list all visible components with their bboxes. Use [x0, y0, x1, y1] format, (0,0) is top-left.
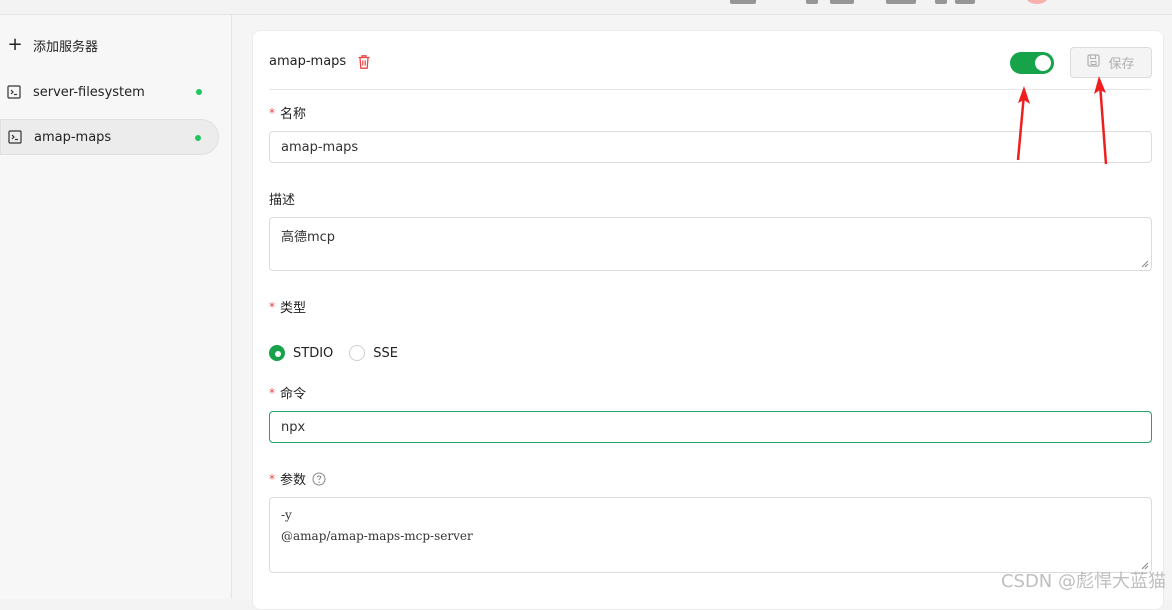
- type-radio-group: STDIO SSE: [269, 345, 414, 361]
- type-label: * 类型: [269, 297, 306, 316]
- name-input-value: amap-maps: [281, 140, 358, 155]
- sidebar-item-amap-maps[interactable]: amap-maps: [0, 119, 219, 155]
- args-textarea[interactable]: -y @amap/amap-maps-mcp-server: [269, 497, 1152, 573]
- add-server-button[interactable]: + 添加服务器: [6, 35, 98, 55]
- server-sidebar: + 添加服务器 server-filesystem amap-maps: [0, 15, 232, 599]
- required-mark: *: [269, 300, 275, 314]
- annotation-arrow: [1090, 72, 1120, 167]
- radio-sse[interactable]: SSE: [349, 345, 398, 361]
- name-label: * 名称: [269, 103, 306, 122]
- toolbar-fragment: [935, 0, 947, 4]
- plus-icon: +: [6, 36, 24, 54]
- radio-stdio-label: STDIO: [293, 346, 333, 361]
- radio-sse-label: SSE: [373, 346, 398, 361]
- radio-checked-icon: [269, 345, 285, 361]
- required-mark: *: [269, 106, 275, 120]
- command-label: * 命令: [269, 383, 306, 402]
- args-label: * 参数: [269, 469, 326, 488]
- radio-unchecked-icon: [349, 345, 365, 361]
- status-dot: [195, 135, 201, 141]
- args-label-text: 参数: [280, 469, 306, 488]
- toolbar-fragment: [830, 0, 854, 4]
- args-line: -y: [281, 505, 1140, 526]
- save-icon: [1087, 54, 1100, 71]
- save-label: 保存: [1108, 53, 1134, 72]
- watermark: CSDN @彪悍大蓝猫: [1001, 567, 1166, 593]
- resize-grip-icon[interactable]: [1140, 259, 1149, 268]
- description-label: 描述: [269, 189, 295, 208]
- description-textarea[interactable]: 高德mcp: [269, 217, 1152, 271]
- add-server-label: 添加服务器: [33, 36, 98, 55]
- enable-toggle[interactable]: [1010, 52, 1054, 74]
- toolbar-fragment: [730, 0, 756, 4]
- terminal-icon: [8, 130, 22, 144]
- sidebar-item-server-filesystem[interactable]: server-filesystem: [0, 74, 219, 110]
- annotation-arrow: [1008, 82, 1038, 162]
- top-toolbar-partial: [0, 0, 1172, 15]
- command-input[interactable]: npx: [269, 411, 1152, 443]
- type-label-text: 类型: [280, 297, 306, 316]
- trash-icon[interactable]: [357, 54, 371, 70]
- terminal-icon: [7, 85, 21, 99]
- required-mark: *: [269, 472, 275, 486]
- description-value: 高德mcp: [281, 230, 335, 245]
- args-line: @amap/amap-maps-mcp-server: [281, 526, 1140, 547]
- toggle-knob: [1035, 55, 1051, 71]
- command-label-text: 命令: [280, 383, 306, 402]
- command-input-value: npx: [281, 420, 305, 435]
- sidebar-item-label: server-filesystem: [33, 85, 145, 100]
- server-title: amap-maps: [269, 54, 346, 69]
- sidebar-item-label: amap-maps: [34, 130, 111, 145]
- status-dot: [196, 89, 202, 95]
- toolbar-fragment: [955, 0, 975, 4]
- toolbar-avatar[interactable]: [1026, 0, 1048, 4]
- required-mark: *: [269, 386, 275, 400]
- description-label-text: 描述: [269, 189, 295, 208]
- name-label-text: 名称: [280, 103, 306, 122]
- help-icon[interactable]: [312, 472, 326, 486]
- toolbar-fragment: [806, 0, 818, 4]
- toolbar-fragment: [886, 0, 916, 4]
- radio-stdio[interactable]: STDIO: [269, 345, 333, 361]
